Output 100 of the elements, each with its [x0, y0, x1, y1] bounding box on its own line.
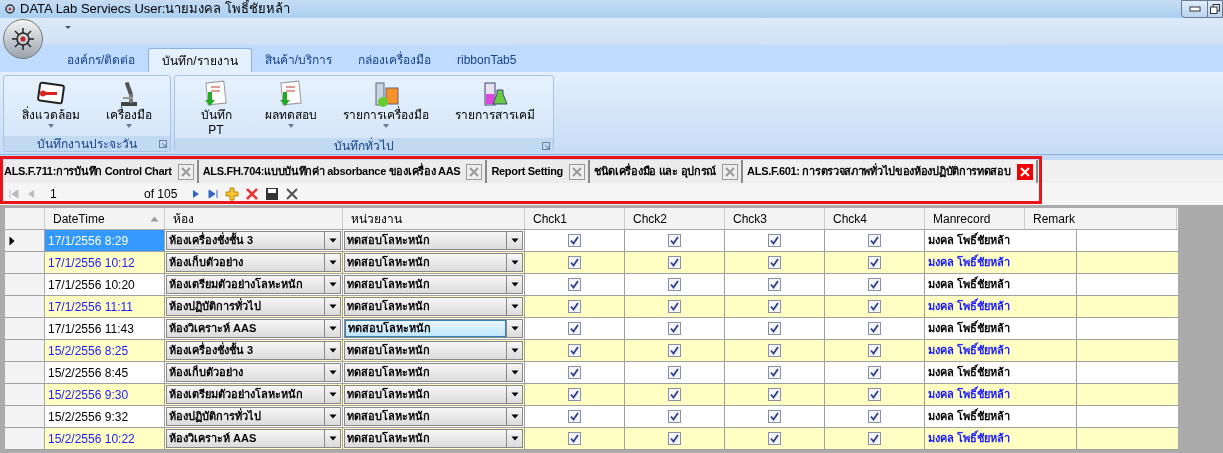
room-dropdown[interactable]: ห้องปฏิบัติการทั่วไป — [166, 407, 341, 426]
table-cell[interactable]: 15/2/2556 10:22 — [45, 428, 165, 449]
launcher-icon[interactable] — [159, 140, 167, 148]
unit-dropdown[interactable]: ทดสอบโลหะหนัก — [344, 429, 523, 448]
unit-dropdown[interactable]: ทดสอบโลหะหนัก — [344, 297, 523, 316]
unit-dropdown[interactable]: ทดสอบโลหะหนัก — [344, 231, 523, 250]
delete-icon[interactable] — [245, 187, 260, 201]
checkbox[interactable] — [568, 278, 581, 291]
checkbox[interactable] — [868, 344, 881, 357]
checkbox[interactable] — [768, 366, 781, 379]
table-cell[interactable]: 15/2/2556 8:45 — [45, 362, 165, 383]
checkbox[interactable] — [568, 300, 581, 313]
document-tab[interactable]: ชนิดเครื่องมือ และ อุปกรณ์ — [590, 160, 744, 183]
restore-button[interactable] — [1208, 1, 1222, 17]
room-dropdown[interactable]: ห้องเก็บตัวอย่าง — [166, 363, 341, 382]
last-icon[interactable] — [207, 188, 220, 200]
launcher-icon[interactable] — [542, 142, 550, 150]
checkbox[interactable] — [868, 278, 881, 291]
checkbox[interactable] — [668, 256, 681, 269]
ribbon-button[interactable]: รายการสารเคมี — [443, 80, 547, 123]
checkbox[interactable] — [668, 278, 681, 291]
unit-dropdown[interactable]: ทดสอบโลหะหนัก — [344, 363, 523, 382]
checkbox[interactable] — [568, 322, 581, 335]
checkbox[interactable] — [768, 388, 781, 401]
checkbox[interactable] — [568, 366, 581, 379]
checkbox[interactable] — [668, 300, 681, 313]
checkbox[interactable] — [568, 344, 581, 357]
ribbon-tab[interactable]: ribbonTab5 — [444, 48, 530, 72]
checkbox[interactable] — [868, 234, 881, 247]
room-dropdown[interactable]: ห้องเตรียมตัวอย่างโลหะหนัก — [166, 275, 341, 294]
checkbox[interactable] — [568, 388, 581, 401]
table-cell[interactable]: 17/1/2556 11:11 — [45, 296, 165, 317]
table-cell[interactable]: 17/1/2556 11:43 — [45, 318, 165, 339]
checkbox[interactable] — [568, 234, 581, 247]
unit-dropdown[interactable]: ทดสอบโลหะหนัก — [344, 341, 523, 360]
table-cell[interactable]: 17/1/2556 10:20 — [45, 274, 165, 295]
room-dropdown[interactable]: ห้องวิเคราะห์ AAS — [166, 319, 341, 338]
column-header[interactable]: Chck3 — [725, 208, 825, 229]
unit-dropdown[interactable]: ทดสอบโลหะหนัก — [344, 253, 523, 272]
column-header[interactable]: ห้อง — [165, 208, 343, 229]
column-header[interactable]: Manrecord — [925, 208, 1025, 229]
application-button[interactable] — [3, 19, 43, 59]
checkbox[interactable] — [768, 278, 781, 291]
unit-dropdown[interactable]: ทดสอบโลหะหนัก — [344, 275, 523, 294]
ribbon-button[interactable]: รายการเครื่องมือ — [331, 80, 441, 129]
table-cell[interactable]: 17/1/2556 10:12 — [45, 252, 165, 273]
room-dropdown[interactable]: ห้องเครื่องชั่งชั้น 3 — [166, 231, 341, 250]
checkbox[interactable] — [868, 366, 881, 379]
ribbon-tab[interactable]: สินค้า/บริการ — [251, 48, 346, 72]
room-dropdown[interactable]: ห้องปฏิบัติการทั่วไป — [166, 297, 341, 316]
document-tab[interactable]: Report Setting — [487, 160, 590, 183]
checkbox[interactable] — [768, 234, 781, 247]
checkbox[interactable] — [868, 300, 881, 313]
ribbon-tab[interactable]: กล่องเครื่องมือ — [345, 48, 445, 72]
checkbox[interactable] — [768, 410, 781, 423]
checkbox[interactable] — [668, 234, 681, 247]
checkbox[interactable] — [568, 410, 581, 423]
document-tab[interactable]: ALS.FH.704:แบบบันทึกค่า absorbance ของเครื่อง AAS — [198, 160, 488, 183]
checkbox[interactable] — [868, 388, 881, 401]
checkbox[interactable] — [668, 432, 681, 445]
table-cell[interactable]: 15/2/2556 9:30 — [45, 384, 165, 405]
checkbox[interactable] — [568, 256, 581, 269]
dropdown-icon[interactable] — [64, 24, 72, 30]
position-field[interactable]: 1 — [42, 185, 92, 203]
room-dropdown[interactable]: ห้องเก็บตัวอย่าง — [166, 253, 341, 272]
row-header[interactable] — [5, 230, 45, 251]
column-header[interactable]: Chck2 — [625, 208, 725, 229]
checkbox[interactable] — [768, 300, 781, 313]
ribbon-tab[interactable]: บันทึก/รายงาน — [148, 48, 252, 72]
checkbox[interactable] — [768, 344, 781, 357]
room-dropdown[interactable]: ห้องวิเคราะห์ AAS — [166, 429, 341, 448]
checkbox[interactable] — [868, 410, 881, 423]
column-header[interactable]: DateTime — [45, 208, 165, 229]
close-icon[interactable] — [1016, 163, 1033, 180]
ribbon-button[interactable]: สิ่งแวดล้อม — [10, 80, 92, 129]
column-header[interactable]: Remark — [1025, 208, 1177, 229]
checkbox[interactable] — [768, 256, 781, 269]
unit-dropdown[interactable]: ทดสอบโลหะหนัก — [344, 319, 523, 338]
table-cell[interactable]: 15/2/2556 9:32 — [45, 406, 165, 427]
ribbon-button[interactable]: บันทึก PT — [181, 80, 251, 138]
column-header[interactable]: Chck1 — [525, 208, 625, 229]
checkbox[interactable] — [668, 410, 681, 423]
save-icon[interactable] — [265, 187, 280, 201]
ribbon-button[interactable]: เครื่องมือ — [94, 80, 164, 129]
checkbox[interactable] — [868, 322, 881, 335]
checkbox[interactable] — [768, 322, 781, 335]
room-dropdown[interactable]: ห้องเตรียมตัวอย่างโลหะหนัก — [166, 385, 341, 404]
ribbon-button[interactable]: ผลทดสอบ — [253, 80, 329, 129]
column-header[interactable]: หน่วยงาน — [343, 208, 525, 229]
checkbox[interactable] — [668, 388, 681, 401]
checkbox[interactable] — [668, 344, 681, 357]
room-dropdown[interactable]: ห้องเครื่องชั่งชั้น 3 — [166, 341, 341, 360]
unit-dropdown[interactable]: ทดสอบโลหะหนัก — [344, 407, 523, 426]
ribbon-tab[interactable]: องค์กร/ติดต่อ — [54, 48, 149, 72]
checkbox[interactable] — [568, 432, 581, 445]
checkbox[interactable] — [668, 366, 681, 379]
checkbox[interactable] — [768, 432, 781, 445]
checkbox[interactable] — [868, 432, 881, 445]
document-tab[interactable]: ALS.F.711:การบันทึก Control Chart — [0, 160, 199, 183]
checkbox[interactable] — [668, 322, 681, 335]
